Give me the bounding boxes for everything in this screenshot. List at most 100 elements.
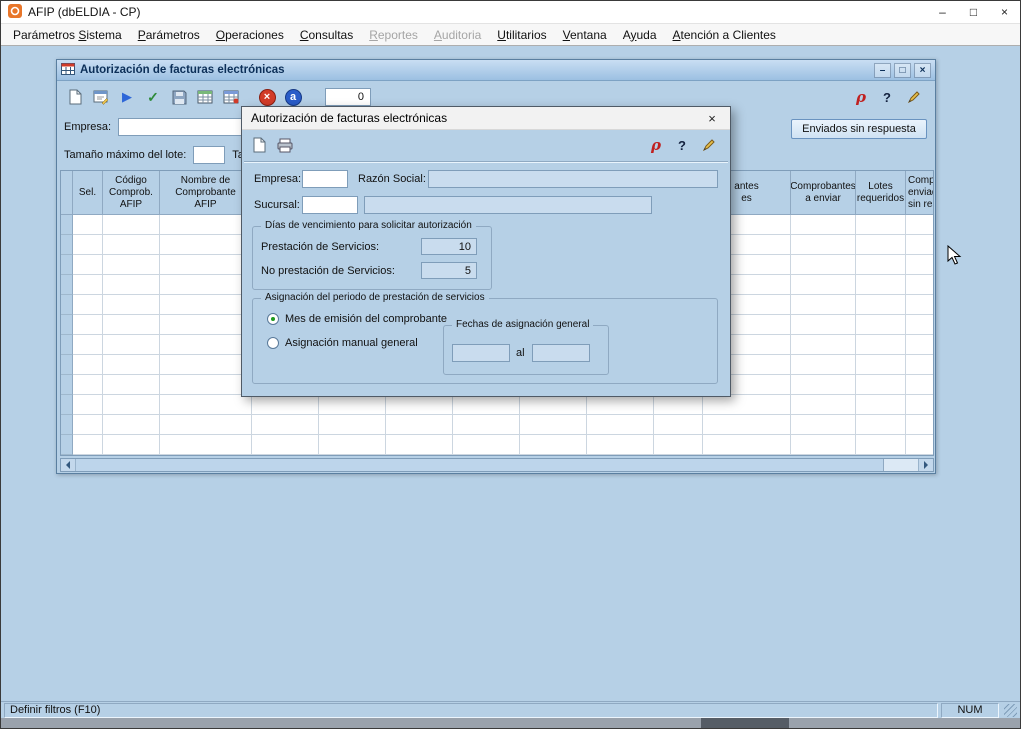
- menu-item-operaciones[interactable]: Operaciones: [208, 26, 292, 44]
- child-restore-button[interactable]: □: [894, 63, 911, 78]
- table-cell[interactable]: [103, 235, 160, 255]
- child-minimize-button[interactable]: –: [874, 63, 891, 78]
- table-cell[interactable]: [453, 435, 520, 455]
- table-cell[interactable]: [856, 215, 906, 235]
- table-cell[interactable]: [386, 415, 453, 435]
- table-cell[interactable]: [906, 395, 934, 415]
- menu-item-parametros[interactable]: Parámetros: [130, 26, 208, 44]
- menu-item-ayuda[interactable]: Ayuda: [615, 26, 665, 44]
- table-cell[interactable]: [73, 395, 103, 415]
- table-cell[interactable]: [906, 315, 934, 335]
- table-cell[interactable]: [791, 395, 856, 415]
- scroll-track[interactable]: [76, 459, 918, 471]
- exit-button[interactable]: ρ: [849, 85, 873, 109]
- table-cell[interactable]: [61, 415, 73, 435]
- table-cell[interactable]: [103, 355, 160, 375]
- table-cell[interactable]: [73, 215, 103, 235]
- scroll-thumb[interactable]: [76, 459, 884, 471]
- table-row[interactable]: [61, 415, 933, 435]
- table-cell[interactable]: [61, 355, 73, 375]
- table-cell[interactable]: [386, 395, 453, 415]
- menu-item-ventana[interactable]: Ventana: [555, 26, 615, 44]
- table-cell[interactable]: [73, 315, 103, 335]
- dialog-close-button[interactable]: ×: [694, 107, 730, 129]
- table-cell[interactable]: [73, 295, 103, 315]
- table-cell[interactable]: [587, 435, 654, 455]
- table-cell[interactable]: [520, 435, 587, 455]
- new-record-button[interactable]: [63, 85, 87, 109]
- table-cell[interactable]: [453, 395, 520, 415]
- menu-item-parametros-sistema[interactable]: Parámetros Sistema: [5, 26, 130, 44]
- no-prestacion-value-field[interactable]: 5: [421, 262, 477, 279]
- table-cell[interactable]: [906, 335, 934, 355]
- table-cell[interactable]: [160, 335, 252, 355]
- table-cell[interactable]: [73, 275, 103, 295]
- table-cell[interactable]: [856, 355, 906, 375]
- table-cell[interactable]: [386, 435, 453, 455]
- scroll-left-button[interactable]: [61, 459, 76, 471]
- menu-item-consultas[interactable]: Consultas: [292, 26, 361, 44]
- table-cell[interactable]: [791, 235, 856, 255]
- table-cell[interactable]: [319, 415, 386, 435]
- dialog-shortcuts-button[interactable]: [696, 133, 720, 157]
- table-cell[interactable]: [103, 375, 160, 395]
- table-row[interactable]: [61, 395, 933, 415]
- menu-item-utilitarios[interactable]: Utilitarios: [489, 26, 554, 44]
- execute-button[interactable]: ▶: [115, 85, 139, 109]
- table-cell[interactable]: [791, 435, 856, 455]
- mes-emision-radio-option[interactable]: Mes de emisión del comprobante: [267, 313, 447, 325]
- table-cell[interactable]: [453, 415, 520, 435]
- table-cell[interactable]: [61, 395, 73, 415]
- table-cell[interactable]: [856, 395, 906, 415]
- table-cell[interactable]: [103, 255, 160, 275]
- table-cell[interactable]: [319, 435, 386, 455]
- table-cell[interactable]: [791, 335, 856, 355]
- dialog-new-button[interactable]: [247, 133, 271, 157]
- dialog-empresa-input[interactable]: [302, 170, 348, 188]
- table-cell[interactable]: [791, 355, 856, 375]
- help-button[interactable]: ?: [875, 85, 899, 109]
- resize-grip-icon[interactable]: [1004, 704, 1017, 717]
- table-cell[interactable]: [703, 435, 791, 455]
- table-cell[interactable]: [103, 395, 160, 415]
- table-cell[interactable]: [654, 395, 703, 415]
- table-cell[interactable]: [319, 395, 386, 415]
- table-cell[interactable]: [103, 315, 160, 335]
- table-cell[interactable]: [61, 295, 73, 315]
- table-cell[interactable]: [103, 435, 160, 455]
- table-cell[interactable]: [103, 415, 160, 435]
- sucursal-nombre-input[interactable]: [364, 196, 652, 214]
- table-cell[interactable]: [252, 395, 319, 415]
- table-cell[interactable]: [856, 375, 906, 395]
- table-cell[interactable]: [703, 395, 791, 415]
- table-cell[interactable]: [906, 255, 934, 275]
- table-cell[interactable]: [856, 415, 906, 435]
- asignacion-manual-radio-option[interactable]: Asignación manual general: [267, 337, 418, 349]
- table-cell[interactable]: [103, 215, 160, 235]
- table-cell[interactable]: [856, 295, 906, 315]
- razon-social-input[interactable]: [428, 170, 718, 188]
- table-cell[interactable]: [856, 235, 906, 255]
- table-cell[interactable]: [906, 275, 934, 295]
- table-cell[interactable]: [61, 235, 73, 255]
- fecha-desde-input[interactable]: [452, 344, 510, 362]
- table-cell[interactable]: [791, 275, 856, 295]
- menu-item-auditoria[interactable]: Auditoria: [426, 26, 489, 44]
- shortcuts-button[interactable]: [901, 85, 925, 109]
- menu-item-atencion-a-clientes[interactable]: Atención a Clientes: [665, 26, 784, 44]
- table-cell[interactable]: [160, 375, 252, 395]
- table-cell[interactable]: [73, 355, 103, 375]
- table-cell[interactable]: [160, 395, 252, 415]
- table-cell[interactable]: [61, 375, 73, 395]
- table-cell[interactable]: [160, 255, 252, 275]
- table-cell[interactable]: [160, 355, 252, 375]
- confirm-button[interactable]: ✓: [141, 85, 165, 109]
- table-cell[interactable]: [906, 215, 934, 235]
- table-cell[interactable]: [906, 355, 934, 375]
- table-cell[interactable]: [791, 215, 856, 235]
- table-cell[interactable]: [61, 435, 73, 455]
- close-button[interactable]: ×: [989, 1, 1020, 23]
- table-cell[interactable]: [160, 315, 252, 335]
- table-cell[interactable]: [856, 335, 906, 355]
- scroll-right-button[interactable]: [918, 459, 933, 471]
